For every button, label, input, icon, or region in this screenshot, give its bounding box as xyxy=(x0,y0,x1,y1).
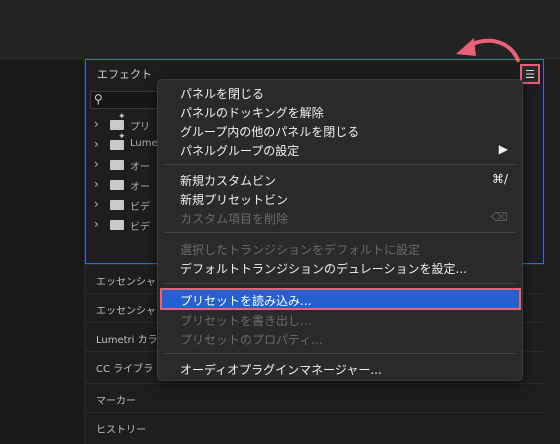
annotation-arrow xyxy=(456,38,520,62)
tree-item[interactable]: › ビデ xyxy=(86,215,166,235)
menu-item-label: カスタム項目を削除 xyxy=(180,212,289,226)
submenu-arrow-icon: ▶ xyxy=(498,142,508,156)
menu-item-close-panel[interactable]: パネルを閉じる xyxy=(158,83,522,102)
folder-icon xyxy=(110,200,124,210)
search-icon: ⚲ xyxy=(94,92,103,106)
menu-separator xyxy=(164,283,516,284)
search-input[interactable]: ⚲ xyxy=(90,91,160,109)
panel-label: エッセンシャ xyxy=(96,277,156,288)
preset-folder-icon xyxy=(110,132,126,150)
menu-item-label: プリセットのプロパティ... xyxy=(180,333,323,347)
panel-title: エフェクト xyxy=(97,68,152,81)
menu-item-panel-group-settings[interactable]: パネルグループの設定 ▶ xyxy=(158,140,522,159)
folder-icon xyxy=(110,220,124,230)
menu-item-label: 新規カスタムビン xyxy=(180,174,277,188)
panel-context-menu: パネルを閉じる パネルのドッキングを解除 グループ内の他のパネルを閉じる パネル… xyxy=(157,79,523,381)
panel-label: Lumetri カラ xyxy=(96,335,158,346)
chevron-right-icon[interactable]: › xyxy=(94,157,99,171)
menu-item-label: オーディオプラグインマネージャー... xyxy=(180,363,382,377)
menu-separator xyxy=(164,232,516,233)
tree-item-label: Lume xyxy=(130,138,158,149)
panel-label: CC ライブラ xyxy=(96,364,154,375)
chevron-right-icon[interactable]: › xyxy=(94,137,99,151)
preset-folder-icon xyxy=(110,112,126,130)
menu-item-label: パネルのドッキングを解除 xyxy=(180,106,324,120)
tree-item-label: オー xyxy=(130,162,150,173)
chevron-right-icon[interactable]: › xyxy=(94,117,99,131)
tree-item[interactable]: › オー xyxy=(86,155,166,175)
menu-item-label: パネルグループの設定 xyxy=(180,144,300,158)
menu-separator xyxy=(164,164,516,165)
menu-item-preset-properties[interactable]: プリセットのプロパティ... xyxy=(158,329,522,348)
delete-key-icon: ⌫ xyxy=(491,210,508,224)
menu-item-import-presets[interactable]: プリセットを読み込み... xyxy=(160,288,521,310)
panel-markers[interactable]: マーカー xyxy=(85,383,544,412)
menu-item-new-custom-bin[interactable]: 新規カスタムビン ⌘/ xyxy=(158,170,522,189)
tree-item-label: ビデ xyxy=(130,222,150,233)
tree-item-label: プリ xyxy=(130,122,150,133)
menu-item-audio-plugin-manager[interactable]: オーディオプラグインマネージャー... xyxy=(158,359,522,378)
menu-item-label: プリセットを読み込み... xyxy=(180,294,312,308)
left-panel-area xyxy=(0,60,85,444)
panel-label: ヒストリー xyxy=(96,425,146,436)
tree-item[interactable]: › ビデ xyxy=(86,195,166,215)
chevron-right-icon[interactable]: › xyxy=(94,177,99,191)
menu-item-label: 選択したトランジションをデフォルトに設定 xyxy=(180,243,421,257)
tree-item-label: ビデ xyxy=(130,202,150,213)
menu-item-set-transition-duration[interactable]: デフォルトトランジションのデュレーションを設定... xyxy=(158,258,522,277)
panel-label: エッセンシャ xyxy=(96,306,156,317)
tree-item[interactable]: › オー xyxy=(86,175,166,195)
menu-item-label: プリセットを書き出し... xyxy=(180,314,312,328)
folder-icon xyxy=(110,160,124,170)
tree-item[interactable]: › プリ xyxy=(86,112,166,135)
menu-item-set-default-transition[interactable]: 選択したトランジションをデフォルトに設定 xyxy=(158,239,522,258)
menu-item-export-presets[interactable]: プリセットを書き出し... xyxy=(158,310,522,329)
menu-shortcut: ⌘/ xyxy=(491,172,508,186)
menu-item-label: パネルを閉じる xyxy=(180,87,265,101)
menu-item-label: デフォルトトランジションのデュレーションを設定... xyxy=(180,262,467,276)
chevron-right-icon[interactable]: › xyxy=(94,217,99,231)
menu-item-close-other-panels[interactable]: グループ内の他のパネルを閉じる xyxy=(158,121,522,140)
menu-separator xyxy=(164,353,516,354)
menu-item-label: 新規プリセットビン xyxy=(180,193,289,207)
menu-item-label: グループ内の他のパネルを閉じる xyxy=(180,125,360,139)
panel-history[interactable]: ヒストリー xyxy=(85,412,544,441)
chevron-right-icon[interactable]: › xyxy=(94,197,99,211)
tree-item[interactable]: › Lume xyxy=(86,132,166,155)
menu-item-delete-custom-items[interactable]: カスタム項目を削除 ⌫ xyxy=(158,208,522,227)
tree-item-label: オー xyxy=(130,182,150,193)
folder-icon xyxy=(110,180,124,190)
menu-item-new-preset-bin[interactable]: 新規プリセットビン xyxy=(158,189,522,208)
menu-item-undock-panel[interactable]: パネルのドッキングを解除 xyxy=(158,102,522,121)
panel-label: マーカー xyxy=(96,396,136,407)
